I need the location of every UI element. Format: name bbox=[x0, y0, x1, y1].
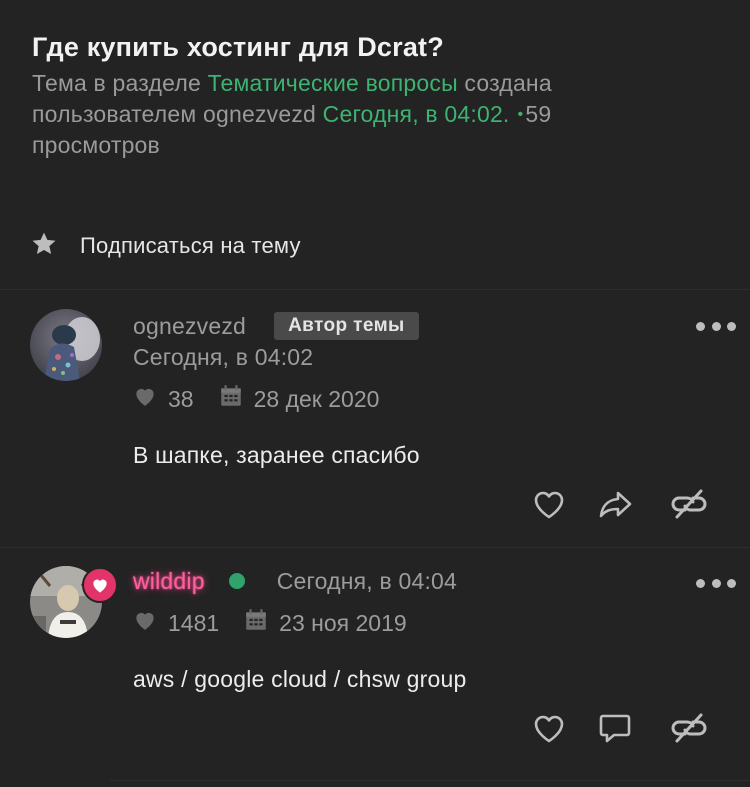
reply-button[interactable] bbox=[593, 706, 637, 750]
author-row: ognezvezd Автор темы bbox=[133, 310, 419, 342]
share-icon bbox=[599, 491, 632, 518]
quick-link-button[interactable] bbox=[667, 706, 711, 750]
like-button[interactable] bbox=[527, 482, 571, 526]
calendar-icon bbox=[243, 607, 269, 639]
share-button[interactable] bbox=[593, 482, 637, 526]
dot bbox=[711, 578, 721, 588]
author-stats: 38 28 дек 2020 bbox=[132, 383, 379, 415]
thread-title: Где купить хостинг для Dcrat? bbox=[32, 32, 444, 62]
heart-icon bbox=[132, 607, 158, 639]
heart-outline-icon bbox=[534, 715, 564, 743]
heart-outline-icon bbox=[534, 491, 564, 519]
author-name[interactable]: ognezvezd bbox=[133, 313, 246, 340]
dot bbox=[696, 578, 705, 588]
calendar-icon bbox=[218, 383, 244, 415]
heart-icon bbox=[93, 579, 107, 593]
dot bbox=[711, 321, 721, 331]
created-time-link[interactable]: Сегодня, в 04:02. bbox=[323, 101, 510, 127]
thread-header: Где купить хостинг для Dcrat? Тема в раз… bbox=[32, 30, 722, 161]
author-stats: 1481 23 ноя 2019 bbox=[132, 607, 407, 639]
section-link[interactable]: Тематические вопросы bbox=[208, 70, 458, 96]
thread-author-badge: Автор темы bbox=[274, 312, 419, 340]
avatar[interactable] bbox=[30, 309, 102, 381]
post-actions bbox=[527, 482, 711, 526]
divider bbox=[0, 289, 750, 290]
star-icon bbox=[30, 230, 58, 263]
views-count: 59 bbox=[525, 101, 552, 127]
post-body: В шапке, заранее спасибо bbox=[133, 442, 420, 468]
likes-count: 38 bbox=[168, 385, 194, 412]
heart-icon bbox=[132, 383, 158, 415]
post-actions bbox=[527, 706, 711, 750]
quick-link-button[interactable] bbox=[667, 482, 711, 526]
author-name[interactable]: wilddip bbox=[133, 568, 205, 595]
post-time[interactable]: Сегодня, в 04:04 bbox=[277, 568, 457, 595]
quick-link-icon bbox=[671, 713, 707, 743]
like-button[interactable] bbox=[527, 706, 571, 750]
author-row: wilddip Сегодня, в 04:04 bbox=[133, 565, 457, 597]
subscribe-button[interactable]: Подписаться на тему bbox=[30, 229, 301, 263]
subscribe-label: Подписаться на тему bbox=[80, 233, 301, 258]
more-options-button[interactable] bbox=[696, 316, 736, 336]
views-label: просмотров bbox=[32, 132, 160, 158]
meta-prefix: Тема в разделе bbox=[32, 70, 208, 96]
online-status-indicator bbox=[228, 573, 245, 589]
post-time[interactable]: Сегодня, в 04:02 bbox=[133, 344, 313, 371]
registration-date: 28 дек 2020 bbox=[253, 385, 380, 412]
premium-heart-badge bbox=[82, 567, 118, 603]
post-body: aws / google cloud / chsw group bbox=[133, 666, 467, 692]
thread-meta: Тема в разделе Тематические вопросы созд… bbox=[32, 68, 722, 161]
dot bbox=[727, 578, 736, 588]
reply-bubble-icon bbox=[599, 714, 631, 743]
likes-count: 1481 bbox=[168, 609, 220, 636]
registration-date: 23 ноя 2019 bbox=[279, 609, 407, 636]
separator-dot: • bbox=[517, 106, 524, 123]
dot bbox=[727, 321, 736, 331]
dot bbox=[696, 321, 705, 331]
more-options-button[interactable] bbox=[696, 573, 736, 593]
divider bbox=[110, 780, 750, 781]
divider bbox=[0, 547, 750, 548]
quick-link-icon bbox=[671, 489, 707, 519]
